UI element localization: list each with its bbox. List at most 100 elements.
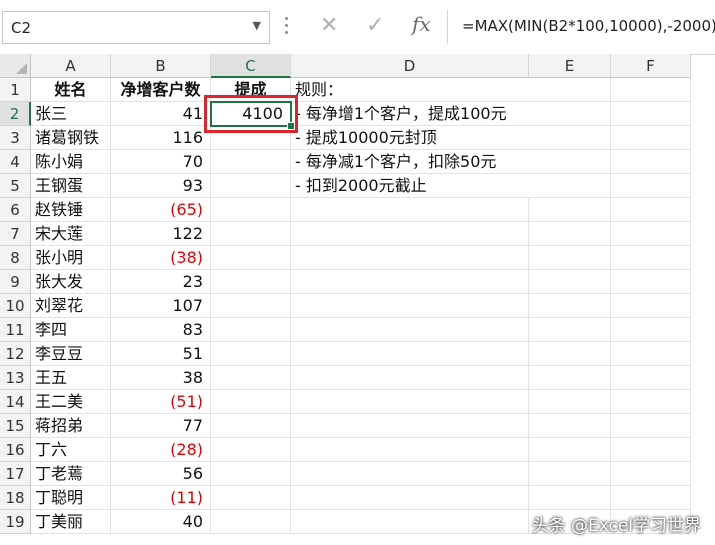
row-header-4[interactable]: 4 <box>0 150 31 174</box>
cell-c7[interactable] <box>211 222 291 246</box>
cell-a9[interactable]: 张大发 <box>31 270 111 294</box>
cell-d10[interactable] <box>291 294 529 318</box>
cell-a14[interactable]: 王二美 <box>31 390 111 414</box>
cell-f17[interactable] <box>611 462 691 486</box>
cell-f18[interactable] <box>611 486 691 510</box>
cell-e6[interactable] <box>529 198 611 222</box>
row-header-13[interactable]: 13 <box>0 366 31 390</box>
column-header-d[interactable]: D <box>291 54 529 78</box>
cell-f13[interactable] <box>611 366 691 390</box>
cell-e8[interactable] <box>529 246 611 270</box>
cell-b13[interactable]: 38 <box>111 366 211 390</box>
cell-e4[interactable] <box>529 150 611 174</box>
row-header-7[interactable]: 7 <box>0 222 31 246</box>
column-header-f[interactable]: F <box>611 54 691 78</box>
cell-c6[interactable] <box>211 198 291 222</box>
cell-b6[interactable]: (65) <box>111 198 211 222</box>
cell-a16[interactable]: 丁六 <box>31 438 111 462</box>
cell-e3[interactable] <box>529 126 611 150</box>
cell-f2[interactable] <box>611 102 691 126</box>
cell-b11[interactable]: 83 <box>111 318 211 342</box>
enter-icon[interactable]: ✓ <box>366 13 384 38</box>
cell-b15[interactable]: 77 <box>111 414 211 438</box>
column-header-b[interactable]: B <box>111 54 211 78</box>
row-header-16[interactable]: 16 <box>0 438 31 462</box>
cell-d14[interactable] <box>291 390 529 414</box>
row-header-19[interactable]: 19 <box>0 510 31 534</box>
cell-e9[interactable] <box>529 270 611 294</box>
cell-e14[interactable] <box>529 390 611 414</box>
cell-b2[interactable]: 41 <box>111 102 211 126</box>
row-header-9[interactable]: 9 <box>0 270 31 294</box>
cell-c17[interactable] <box>211 462 291 486</box>
cell-e12[interactable] <box>529 342 611 366</box>
cell-b7[interactable]: 122 <box>111 222 211 246</box>
cell-b14[interactable]: (51) <box>111 390 211 414</box>
cell-b4[interactable]: 70 <box>111 150 211 174</box>
cell-b10[interactable]: 107 <box>111 294 211 318</box>
cell-d15[interactable] <box>291 414 529 438</box>
insert-function-icon[interactable]: fx <box>412 12 431 36</box>
cell-d6[interactable] <box>291 198 529 222</box>
cell-a8[interactable]: 张小明 <box>31 246 111 270</box>
cell-b8[interactable]: (38) <box>111 246 211 270</box>
row-header-5[interactable]: 5 <box>0 174 31 198</box>
chevron-down-icon[interactable]: ▼ <box>253 19 261 32</box>
cell-a13[interactable]: 王五 <box>31 366 111 390</box>
cell-a12[interactable]: 李豆豆 <box>31 342 111 366</box>
cell-f12[interactable] <box>611 342 691 366</box>
cell-a10[interactable]: 刘翠花 <box>31 294 111 318</box>
cell-e5[interactable] <box>529 174 611 198</box>
cell-f1[interactable] <box>611 78 691 102</box>
cell-e17[interactable] <box>529 462 611 486</box>
cell-b18[interactable]: (11) <box>111 486 211 510</box>
cell-e2[interactable] <box>529 102 611 126</box>
cell-b3[interactable]: 116 <box>111 126 211 150</box>
cell-c14[interactable] <box>211 390 291 414</box>
cell-f5[interactable] <box>611 174 691 198</box>
cell-a7[interactable]: 宋大莲 <box>31 222 111 246</box>
cell-c9[interactable] <box>211 270 291 294</box>
cell-c13[interactable] <box>211 366 291 390</box>
column-header-a[interactable]: A <box>31 54 111 78</box>
rule-text-3[interactable]: - 每净减1个客户，扣除50元 <box>291 150 529 174</box>
row-header-18[interactable]: 18 <box>0 486 31 510</box>
cell-f3[interactable] <box>611 126 691 150</box>
row-header-6[interactable]: 6 <box>0 198 31 222</box>
cell-f7[interactable] <box>611 222 691 246</box>
rule-text-4[interactable]: - 扣到2000元截止 <box>291 174 529 198</box>
cell-e18[interactable] <box>529 486 611 510</box>
cell-c10[interactable] <box>211 294 291 318</box>
cell-f15[interactable] <box>611 414 691 438</box>
row-header-2[interactable]: 2 <box>0 102 31 126</box>
cell-a3[interactable]: 诸葛钢铁 <box>31 126 111 150</box>
cell-f9[interactable] <box>611 270 691 294</box>
cell-e11[interactable] <box>529 318 611 342</box>
cell-c8[interactable] <box>211 246 291 270</box>
cell-d8[interactable] <box>291 246 529 270</box>
cell-c5[interactable] <box>211 174 291 198</box>
row-header-17[interactable]: 17 <box>0 462 31 486</box>
drag-handle-icon[interactable] <box>285 17 289 37</box>
cell-b16[interactable]: (28) <box>111 438 211 462</box>
cell-d13[interactable] <box>291 366 529 390</box>
cell-b12[interactable]: 51 <box>111 342 211 366</box>
cell-c16[interactable] <box>211 438 291 462</box>
cell-a5[interactable]: 王钢蛋 <box>31 174 111 198</box>
cell-a18[interactable]: 丁聪明 <box>31 486 111 510</box>
cell-e15[interactable] <box>529 414 611 438</box>
row-header-10[interactable]: 10 <box>0 294 31 318</box>
cell-d9[interactable] <box>291 270 529 294</box>
cell-a17[interactable]: 丁老蔫 <box>31 462 111 486</box>
cell-e13[interactable] <box>529 366 611 390</box>
cell-e10[interactable] <box>529 294 611 318</box>
cell-d7[interactable] <box>291 222 529 246</box>
rule-text-2[interactable]: - 提成10000元封顶 <box>291 126 529 150</box>
select-all-button[interactable] <box>0 54 31 78</box>
row-header-14[interactable]: 14 <box>0 390 31 414</box>
formula-input[interactable]: =MAX(MIN(B2*100,10000),-2000) <box>462 17 715 35</box>
rule-text-1[interactable]: - 每净增1个客户，提成100元 <box>291 102 529 126</box>
cell-a15[interactable]: 蒋招弟 <box>31 414 111 438</box>
cell-d18[interactable] <box>291 486 529 510</box>
cell-d16[interactable] <box>291 438 529 462</box>
